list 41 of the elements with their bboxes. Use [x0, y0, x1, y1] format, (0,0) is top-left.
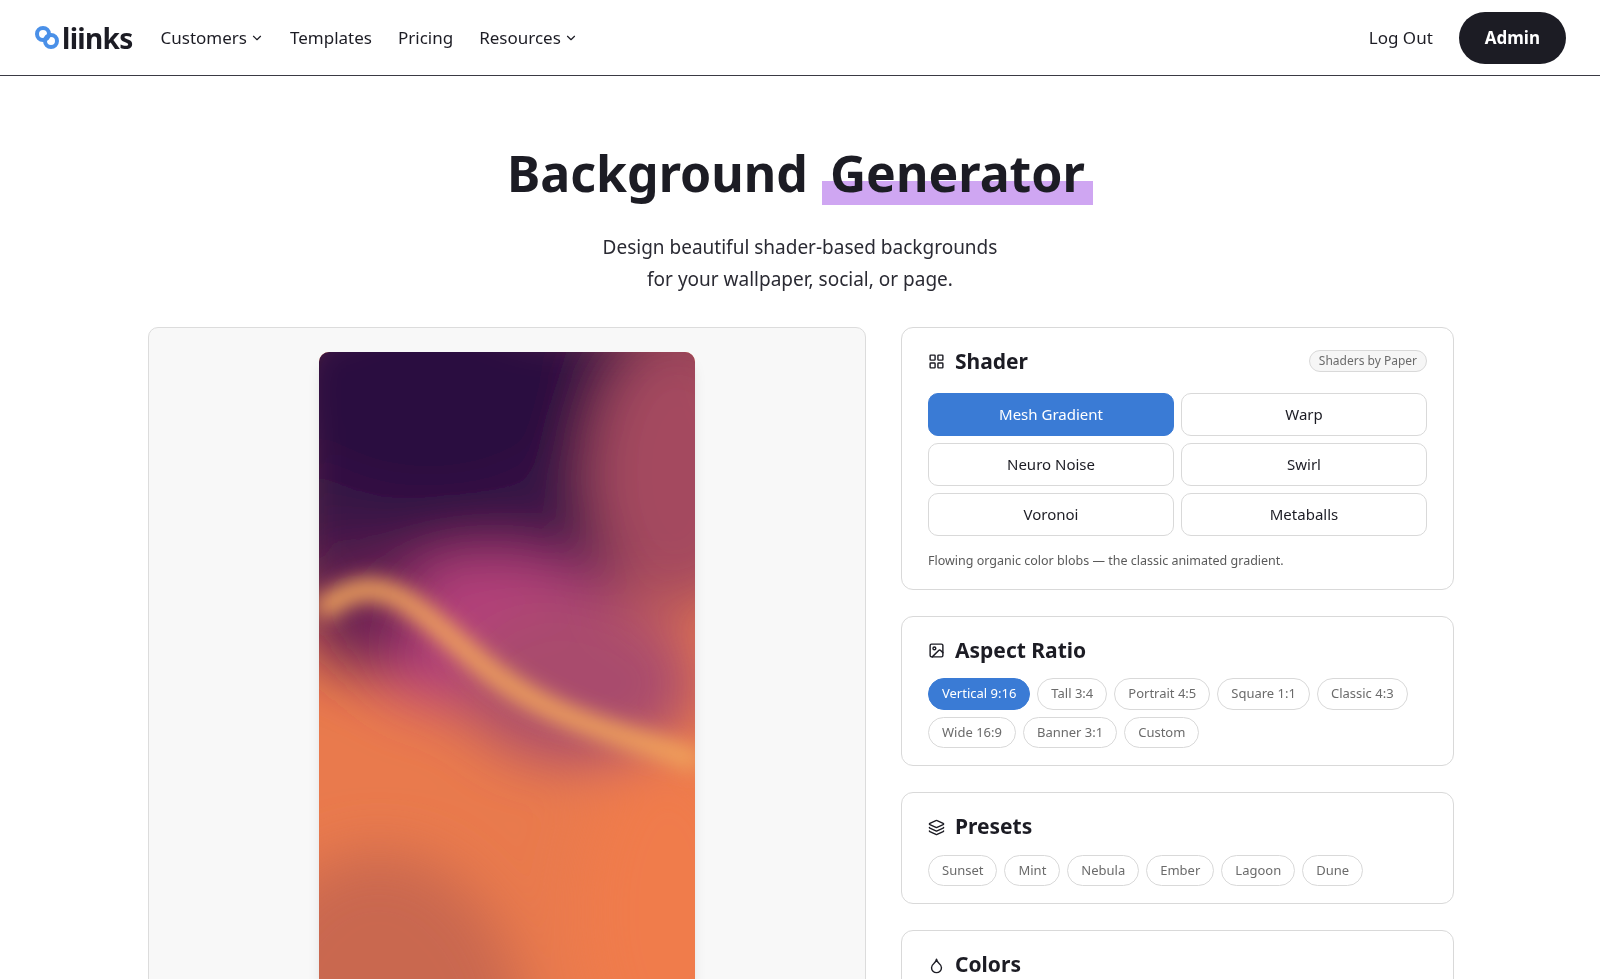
nav-link[interactable]: Templates [290, 24, 372, 51]
chip[interactable]: Nebula [1067, 854, 1140, 887]
shader-option[interactable]: Metaballs [1181, 493, 1427, 536]
shader-option[interactable]: Neuro Noise [928, 443, 1174, 486]
card-title: Presets [955, 811, 1033, 843]
chip[interactable]: Lagoon [1221, 854, 1296, 887]
grid-icon [928, 352, 945, 370]
card-title: Colors [955, 949, 1021, 979]
chip[interactable]: Custom [1124, 716, 1200, 749]
card-title: Shader [955, 345, 1028, 377]
layers-icon [928, 818, 945, 836]
admin-button[interactable]: Admin [1458, 11, 1566, 64]
logout-link[interactable]: Log Out [1368, 24, 1433, 51]
droplet-icon [928, 956, 945, 974]
chip[interactable]: Mint [1004, 854, 1061, 887]
chip[interactable]: Portrait 4:5 [1114, 678, 1211, 710]
credit-badge: Shaders by Paper [1308, 350, 1427, 373]
chip[interactable]: Banner 3:1 [1022, 716, 1118, 749]
chip[interactable]: Ember [1146, 854, 1215, 887]
card-title: Aspect Ratio [955, 634, 1087, 666]
nav-link[interactable]: Customers [160, 24, 264, 51]
chip[interactable]: Tall 3:4 [1037, 678, 1108, 710]
shader-option[interactable]: Voronoi [928, 493, 1174, 536]
chip[interactable]: Classic 4:3 [1316, 678, 1408, 710]
page-title: Background Generator [507, 142, 1093, 205]
nav-link[interactable]: Resources [479, 24, 578, 51]
logo-icon [34, 24, 60, 51]
chip[interactable]: Dune [1302, 854, 1364, 887]
image-icon [928, 642, 945, 659]
nav-link[interactable]: Pricing [398, 24, 454, 51]
shader-description: Flowing organic color blobs — the classic animated gradient. [928, 552, 1285, 571]
shader-option[interactable]: Warp [1181, 393, 1427, 436]
chip[interactable]: Wide 16:9 [928, 716, 1016, 749]
chip[interactable]: Square 1:1 [1217, 678, 1310, 710]
logo-text[interactable]: liinks [62, 16, 133, 59]
chip[interactable]: Vertical 9:16 [928, 678, 1031, 710]
subtitle: Design beautiful shader-based backgrounds [602, 232, 998, 262]
subtitle: for your wallpaper, social, or page. [647, 264, 953, 294]
chip[interactable]: Sunset [928, 854, 998, 887]
shader-option[interactable]: Mesh Gradient [928, 393, 1174, 436]
shader-option[interactable]: Swirl [1181, 443, 1427, 486]
